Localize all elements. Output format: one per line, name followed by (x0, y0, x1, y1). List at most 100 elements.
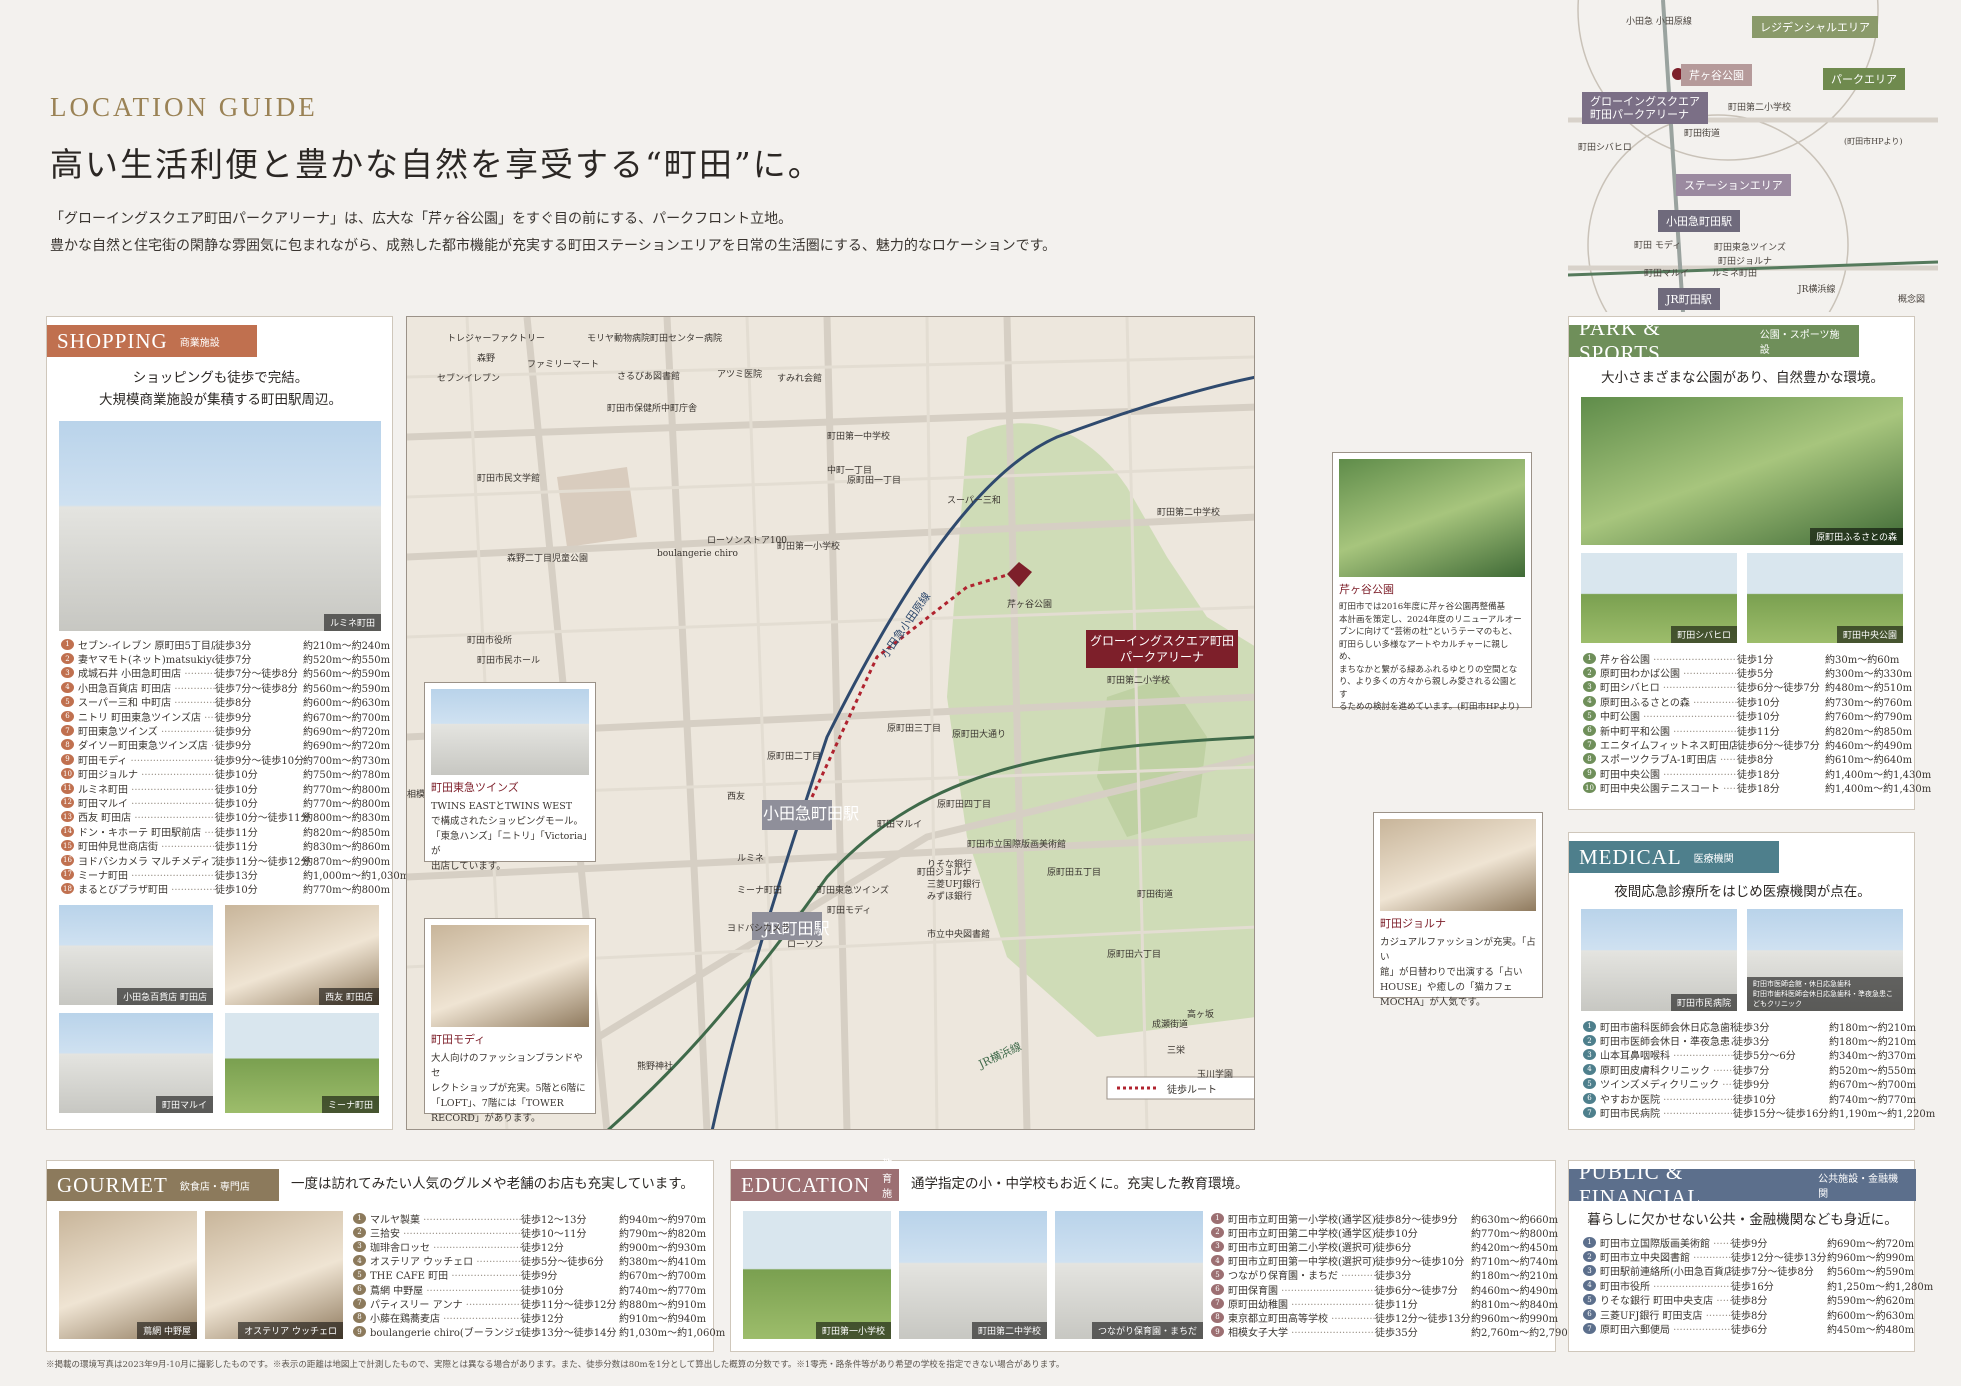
callout-body: TWINS EASTとTWINS WEST で構成されたショッピングモール。 「… (431, 801, 588, 872)
item-walk: 徒歩8分 (215, 698, 252, 710)
item-name: 原町田皮膚科クリニック (1600, 1062, 1733, 1077)
photo-caption: ルミネ町田 (323, 614, 381, 631)
item-number: 9 (353, 1326, 366, 1338)
item-walk: 徒歩12〜13分 (521, 1214, 587, 1226)
callout-body: カジュアルファッションが充実。「占い 館」が日替わりで出演する「占い HOUSE… (1380, 937, 1536, 1008)
list-item: 3 成城石井 小田急町田店徒歩7分〜徒歩8分約560m〜約590m (61, 666, 390, 681)
project-pin-label: グローイングスクエア町田 パークアリーナ (1086, 630, 1238, 668)
medical-photo: 町田市医師会館・休日応急歯科 町田市歯科医師会休日応急歯科・準夜急患こどもクリニ… (1747, 909, 1903, 1011)
photo-caption: 町田マルイ (155, 1096, 213, 1113)
item-name: パティスリー アンナ (370, 1296, 521, 1311)
item-name: 三拾安 (370, 1225, 521, 1240)
item-walk: 徒歩12分〜徒歩13分 (1375, 1313, 1471, 1325)
item-name: オステリア ウッチェロ (370, 1253, 521, 1268)
item-walk: 徒歩8分〜徒歩9分 (1375, 1214, 1458, 1226)
item-distance: 約180m〜約210m (1829, 1037, 1917, 1049)
shopping-subtitle: 商業施設 (179, 337, 220, 349)
item-number: 8 (1583, 753, 1596, 765)
item-number: 4 (1583, 1279, 1596, 1291)
item-walk: 徒歩11分 (215, 827, 258, 839)
map-label: 芹ヶ谷公園 (1007, 600, 1053, 610)
list-item: 2 町田市立町田第二中学校(通学区)徒歩10分 約770m〜約800m (1211, 1225, 1559, 1240)
list-item: 3 町田市立町田第二小学校(選択可)徒歩6分 約420m〜約450m (1211, 1239, 1558, 1254)
list-item: 6 町田保育園徒歩6分〜徒歩7分 約460m〜約490m (1211, 1282, 1558, 1297)
list-item: 5 中町公園徒歩10分 約760m〜約790m (1583, 709, 1912, 723)
inset-label: 町田街道 (1684, 129, 1721, 139)
list-item: 7 エニタイムフィットネス町田店徒歩6分〜徒歩7分約460m〜約490m (1583, 737, 1912, 752)
item-distance: 約690m〜約720m (1827, 1238, 1915, 1250)
callout-body: 大人向けのファッションブランドやセ レクトショップが充実。5階と6階に 「LOF… (431, 1053, 586, 1124)
item-number: 1 (1583, 1236, 1596, 1248)
item-name: THE CAFE 町田 (370, 1267, 521, 1282)
list-item: 8 スポーツクラブA-1町田店徒歩8分 約610m〜約640m (1583, 752, 1912, 766)
station-area-tag: ステーションエリア (1676, 174, 1791, 196)
map-label: 町田モディ (827, 906, 872, 916)
item-walk: 徒歩6分 (1731, 1325, 1768, 1337)
item-name: 原町田わかば公園 (1600, 665, 1737, 680)
inset-label: 町田シバヒロ (1578, 143, 1632, 153)
item-distance: 約600m〜約630m (1827, 1310, 1915, 1322)
item-walk: 徒歩1分 (1737, 654, 1774, 666)
item-distance: 約880m〜約910m (619, 1299, 707, 1311)
item-walk: 徒歩11分〜徒歩12分 (215, 856, 311, 868)
list-item: 5 ツインズメディクリニック徒歩9分 約670m〜約700m (1583, 1077, 1916, 1091)
map-label: 町田市保健所中町庁舎 (607, 404, 698, 414)
item-number: 3 (1211, 1240, 1224, 1252)
item-number: 15 (61, 840, 74, 852)
park-header: PARK & SPORTS 公園・スポーツ施設 (1569, 316, 1859, 365)
map-label: 西友 (727, 792, 746, 802)
item-number: 5 (61, 696, 74, 708)
item-distance: 約750m〜約780m (303, 770, 391, 782)
map-label: りそな銀行 (927, 860, 973, 870)
map-label: 原町田四丁目 (937, 800, 992, 810)
list-item: 2 町田市医師会休日・準夜急患こどもクリニック徒歩3分 約180m〜約210m (1583, 1033, 1917, 1049)
list-item: 1 町田市歯科医師会休日応急歯科徒歩3分 約180m〜約210m (1583, 1019, 1916, 1034)
item-number: 18 (61, 883, 74, 895)
item-walk: 徒歩13分〜徒歩14分 (521, 1328, 617, 1340)
map-label: トレジャーファクトリー (447, 334, 546, 344)
map-label: ヨドバシカメラ (727, 924, 791, 934)
callout-twins: 町田東急ツインズ TWINS EASTとTWINS WEST で構成されたショッ… (424, 682, 596, 872)
item-number: 11 (61, 782, 74, 794)
item-name: 町田東急ツインズ (78, 723, 215, 738)
list-item: 16 ヨドバシカメラ マルチメディア町田徒歩11分〜徒歩12分約870m〜約900… (61, 853, 391, 868)
item-number: 4 (353, 1255, 366, 1267)
item-name: 小藤在鶏蕎麦店 (370, 1310, 521, 1325)
item-name: 町田市立町田第一小学校(通学区) (1228, 1211, 1375, 1226)
item-distance: 約2,760m〜約2,790m (1471, 1328, 1578, 1340)
item-distance: 約770m〜約800m (1471, 1228, 1559, 1240)
project-pin-line: グローイングスクエア町田 (1089, 634, 1234, 648)
footnote: ※掲載の環境写真は2023年9月-10月に撮影したものです。※表示の距離は地図上… (46, 1360, 1065, 1370)
map-label: 中町一丁目 (827, 466, 873, 476)
item-distance: 約770m〜約800m (303, 799, 391, 810)
item-walk: 徒歩6分 (1375, 1242, 1412, 1254)
item-distance: 約670m〜約700m (619, 1271, 707, 1283)
item-name: 妻ヤマモト(ネット)matsukiyoLAB 町田東口店 (78, 651, 215, 666)
item-distance: 約830m〜約860m (303, 842, 391, 854)
map-label: 町田第二小学校 (1107, 676, 1171, 686)
education-list: 1 町田市立町田第一小学校(通学区)徒歩8分〜徒歩9分 約630m〜約660m 2 町田… (1211, 1211, 1578, 1340)
list-item: 6 やすおか医院徒歩10分 約740m〜約770m (1583, 1091, 1916, 1106)
item-walk: 徒歩10分 (215, 784, 258, 796)
item-walk: 徒歩7分〜徒歩8分 (215, 669, 298, 681)
map-label: 三栄 (1167, 1046, 1186, 1056)
item-name: 小田急百貨店 町田店 (78, 680, 215, 695)
map-label: boulangerie chiro (657, 549, 738, 559)
item-distance: 約670m〜約700m (303, 712, 391, 724)
education-photo: つながり保育園・まちだ (1055, 1211, 1203, 1339)
item-walk: 徒歩3分 (1733, 1037, 1770, 1049)
medical-list: 1町田市歯科医師会休日応急歯科徒歩3分約180m〜約210m2町田市医師会休日・… (1583, 1019, 1935, 1120)
photo-caption: 原町田ふるさとの森 (1810, 528, 1903, 545)
item-distance: 約870m〜約900m (303, 856, 391, 868)
item-walk: 徒歩7分 (1733, 1065, 1770, 1077)
item-number: 7 (61, 725, 74, 737)
public-list: 1 町田市立国際版画美術館徒歩9分 約690m〜約720m 2 町田市立中央図書館徒歩1… (1583, 1235, 1933, 1337)
map-label: ルミネ (737, 854, 765, 864)
item-name: 新中町平和公園 (1600, 723, 1737, 738)
map-label: 森野二丁目児童公園 (507, 554, 589, 564)
gourmet-subtitle: 飲食店・専門店 (179, 1181, 250, 1193)
item-distance: 約730m〜約760m (1825, 697, 1913, 709)
public-header: PUBLIC & FINANCIAL 公共施設・金融機関 (1569, 1160, 1916, 1209)
item-distance: 約1,400m〜約1,430m (1825, 769, 1932, 781)
list-item: 12 町田マルイ徒歩10分 約770m〜約800m (61, 795, 391, 810)
